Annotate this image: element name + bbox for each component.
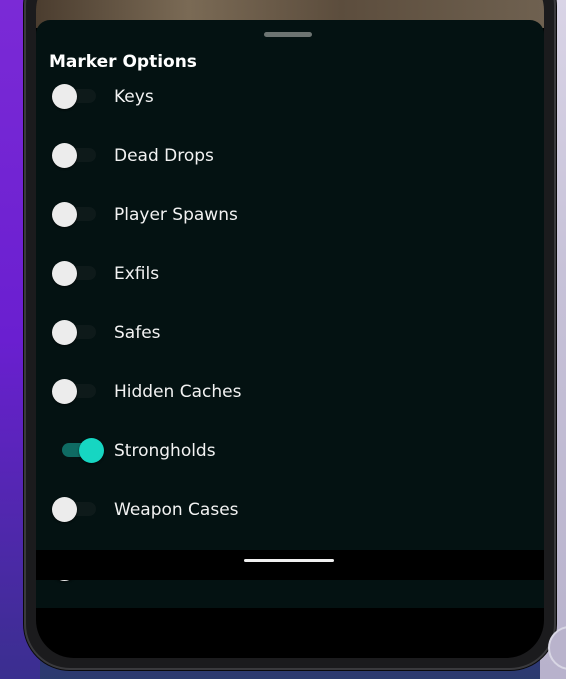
option-row[interactable]: Player Spawns xyxy=(36,186,544,244)
drag-handle[interactable] xyxy=(264,32,312,37)
option-row[interactable]: Dead Drops xyxy=(36,127,544,185)
toggle-switch[interactable] xyxy=(52,259,100,289)
option-label: Safes xyxy=(114,323,161,343)
toggle-knob xyxy=(52,320,77,345)
toggle-knob xyxy=(52,379,77,404)
home-gesture-pill[interactable] xyxy=(244,559,334,562)
toggle-switch[interactable] xyxy=(52,200,100,230)
option-label: Weapon Cases xyxy=(114,500,239,520)
toggle-knob xyxy=(52,202,77,227)
toggle-knob xyxy=(79,438,104,463)
marker-options-sheet: Marker Options Keys Dead Drops Player Spaw… xyxy=(36,20,544,608)
toggle-knob xyxy=(52,143,77,168)
toggle-switch[interactable] xyxy=(52,495,100,525)
option-row[interactable]: Strongholds xyxy=(36,422,544,480)
toggle-switch[interactable] xyxy=(52,82,100,112)
option-label: Keys xyxy=(114,87,154,107)
option-label: Player Spawns xyxy=(114,205,238,225)
phone-frame: Marker Options Keys Dead Drops Player Spaw… xyxy=(24,0,556,670)
option-label: Exfils xyxy=(114,264,160,284)
option-label: Hidden Caches xyxy=(114,382,242,402)
option-row[interactable]: Weapon Cases xyxy=(36,481,544,539)
toggle-knob xyxy=(52,84,77,109)
option-label: Dead Drops xyxy=(114,146,214,166)
toggle-switch[interactable] xyxy=(52,318,100,348)
toggle-knob xyxy=(52,261,77,286)
option-row[interactable]: Safes xyxy=(36,304,544,362)
toggle-switch[interactable] xyxy=(52,141,100,171)
toggle-switch[interactable] xyxy=(52,436,104,466)
option-row[interactable]: Keys xyxy=(36,68,544,126)
option-row[interactable]: Hidden Caches xyxy=(36,363,544,421)
toggle-knob xyxy=(52,497,77,522)
option-row[interactable]: Exfils xyxy=(36,245,544,303)
phone-screen: Marker Options Keys Dead Drops Player Spaw… xyxy=(36,0,544,658)
option-row[interactable]: Glitches xyxy=(36,599,544,608)
system-navigation-bar xyxy=(36,550,544,580)
toggle-switch[interactable] xyxy=(52,377,100,407)
option-label: Strongholds xyxy=(114,441,216,461)
